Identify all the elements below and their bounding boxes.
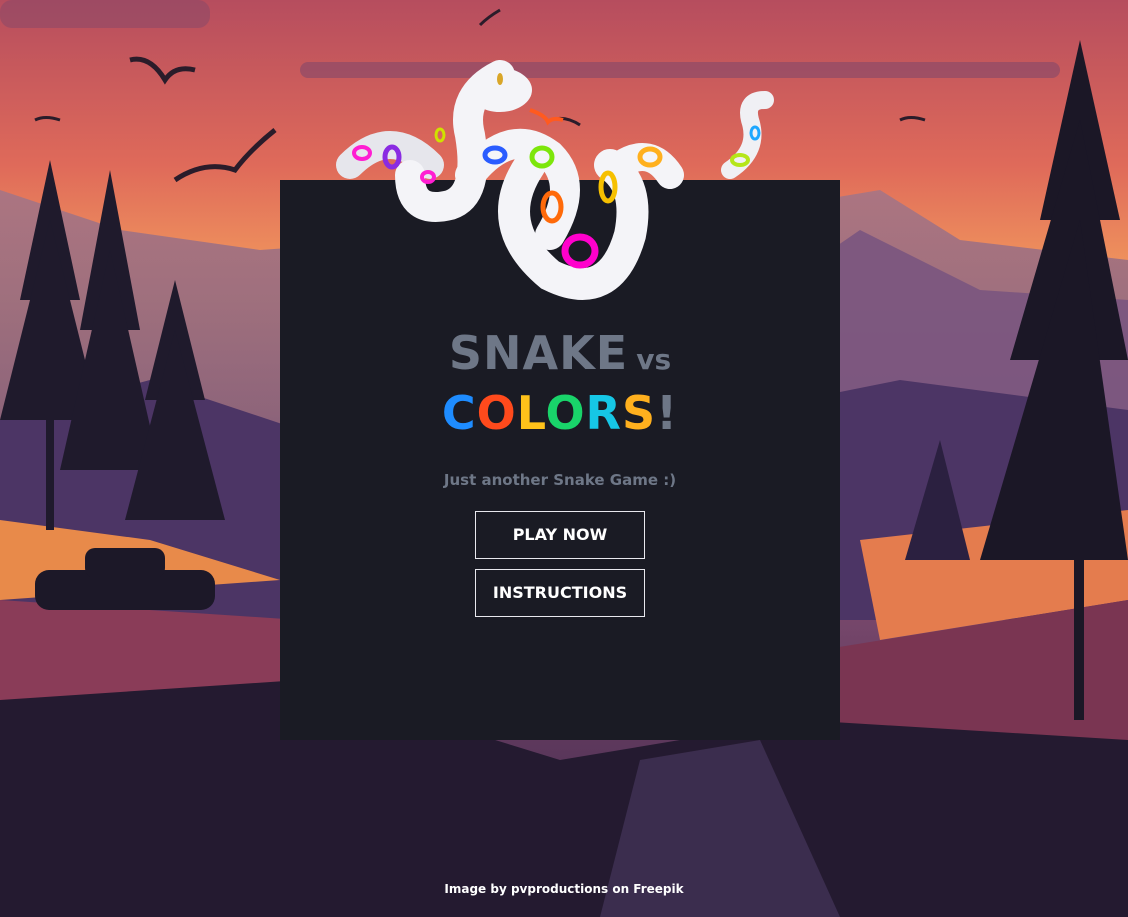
title-line-1: SNAKE vs bbox=[280, 330, 840, 390]
play-now-button[interactable]: PLAY NOW bbox=[475, 511, 645, 559]
title-letter: C bbox=[441, 386, 477, 440]
game-title: SNAKE vs COLORS! bbox=[280, 330, 840, 436]
title-letter: O bbox=[545, 386, 586, 440]
game-subtitle: Just another Snake Game :) bbox=[443, 471, 677, 489]
image-credit: Image by pvproductions on Freepik bbox=[444, 882, 684, 896]
instructions-button[interactable]: INSTRUCTIONS bbox=[475, 569, 645, 617]
title-letter: R bbox=[585, 386, 622, 440]
snake-logo bbox=[336, 60, 774, 300]
title-letter: ! bbox=[656, 386, 679, 440]
title-snake-word: SNAKE bbox=[448, 326, 629, 380]
title-letter: S bbox=[621, 386, 657, 440]
title-vs-word: vs bbox=[636, 343, 672, 376]
title-letter: L bbox=[516, 386, 546, 440]
title-colors-word: COLORS! bbox=[280, 390, 840, 436]
title-letter: O bbox=[476, 386, 517, 440]
